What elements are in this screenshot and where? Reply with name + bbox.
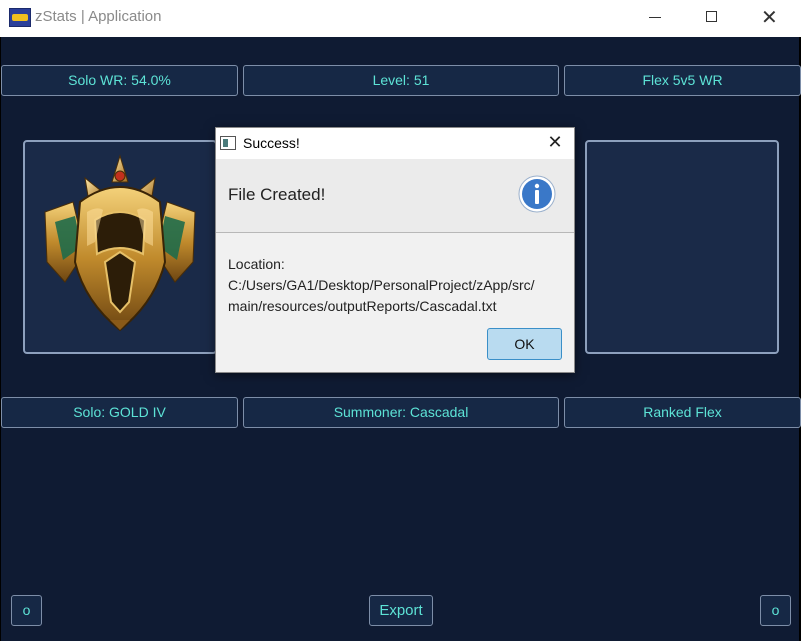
solo-rank-button[interactable]: Solo: GOLD IV	[1, 397, 238, 428]
maximize-icon	[706, 11, 717, 22]
dialog-header-text: File Created!	[228, 185, 326, 204]
dialog-title: Success!	[243, 135, 300, 151]
right-small-button[interactable]: o	[760, 595, 791, 626]
left-small-button[interactable]: o	[11, 595, 42, 626]
info-icon	[518, 175, 556, 213]
summoner-button[interactable]: Summoner: Cascadal	[243, 397, 559, 428]
location-path-line-2: main/resources/outputReports/Cascadal.tx…	[228, 298, 497, 314]
dialog-header: File Created!	[216, 159, 574, 233]
dialog-window-icon	[220, 136, 236, 150]
location-path-line-1: C:/Users/GA1/Desktop/PersonalProject/zAp…	[228, 277, 535, 293]
maximize-button[interactable]	[689, 0, 735, 37]
close-icon: ✕	[547, 132, 563, 153]
dialog-close-button[interactable]: ✕	[542, 130, 568, 156]
window-titlebar: zStats | Application ✕	[0, 0, 803, 37]
close-button[interactable]: ✕	[747, 0, 793, 37]
dialog-body: Location: C:/Users/GA1/Desktop/PersonalP…	[228, 254, 568, 317]
solo-rank-panel	[23, 140, 217, 354]
close-icon: ✕	[761, 5, 778, 29]
window-title: zStats | Application	[35, 8, 162, 25]
minimize-button[interactable]	[632, 0, 678, 37]
zstats-logo-icon	[9, 8, 31, 27]
success-dialog: Success! ✕ File Created! Location: C:/Us…	[215, 127, 575, 373]
location-label: Location:	[228, 256, 285, 272]
ok-button[interactable]: OK	[487, 328, 562, 360]
flex-wr-button[interactable]: Flex 5v5 WR	[564, 65, 801, 96]
flex-rank-panel	[585, 140, 779, 354]
level-button[interactable]: Level: 51	[243, 65, 559, 96]
solo-wr-button[interactable]: Solo WR: 54.0%	[1, 65, 238, 96]
gold-rank-emblem-icon	[44, 154, 196, 332]
export-button[interactable]: Export	[369, 595, 433, 626]
dialog-titlebar: Success! ✕	[216, 128, 574, 159]
ranked-flex-button[interactable]: Ranked Flex	[564, 397, 801, 428]
minimize-icon	[649, 17, 661, 18]
